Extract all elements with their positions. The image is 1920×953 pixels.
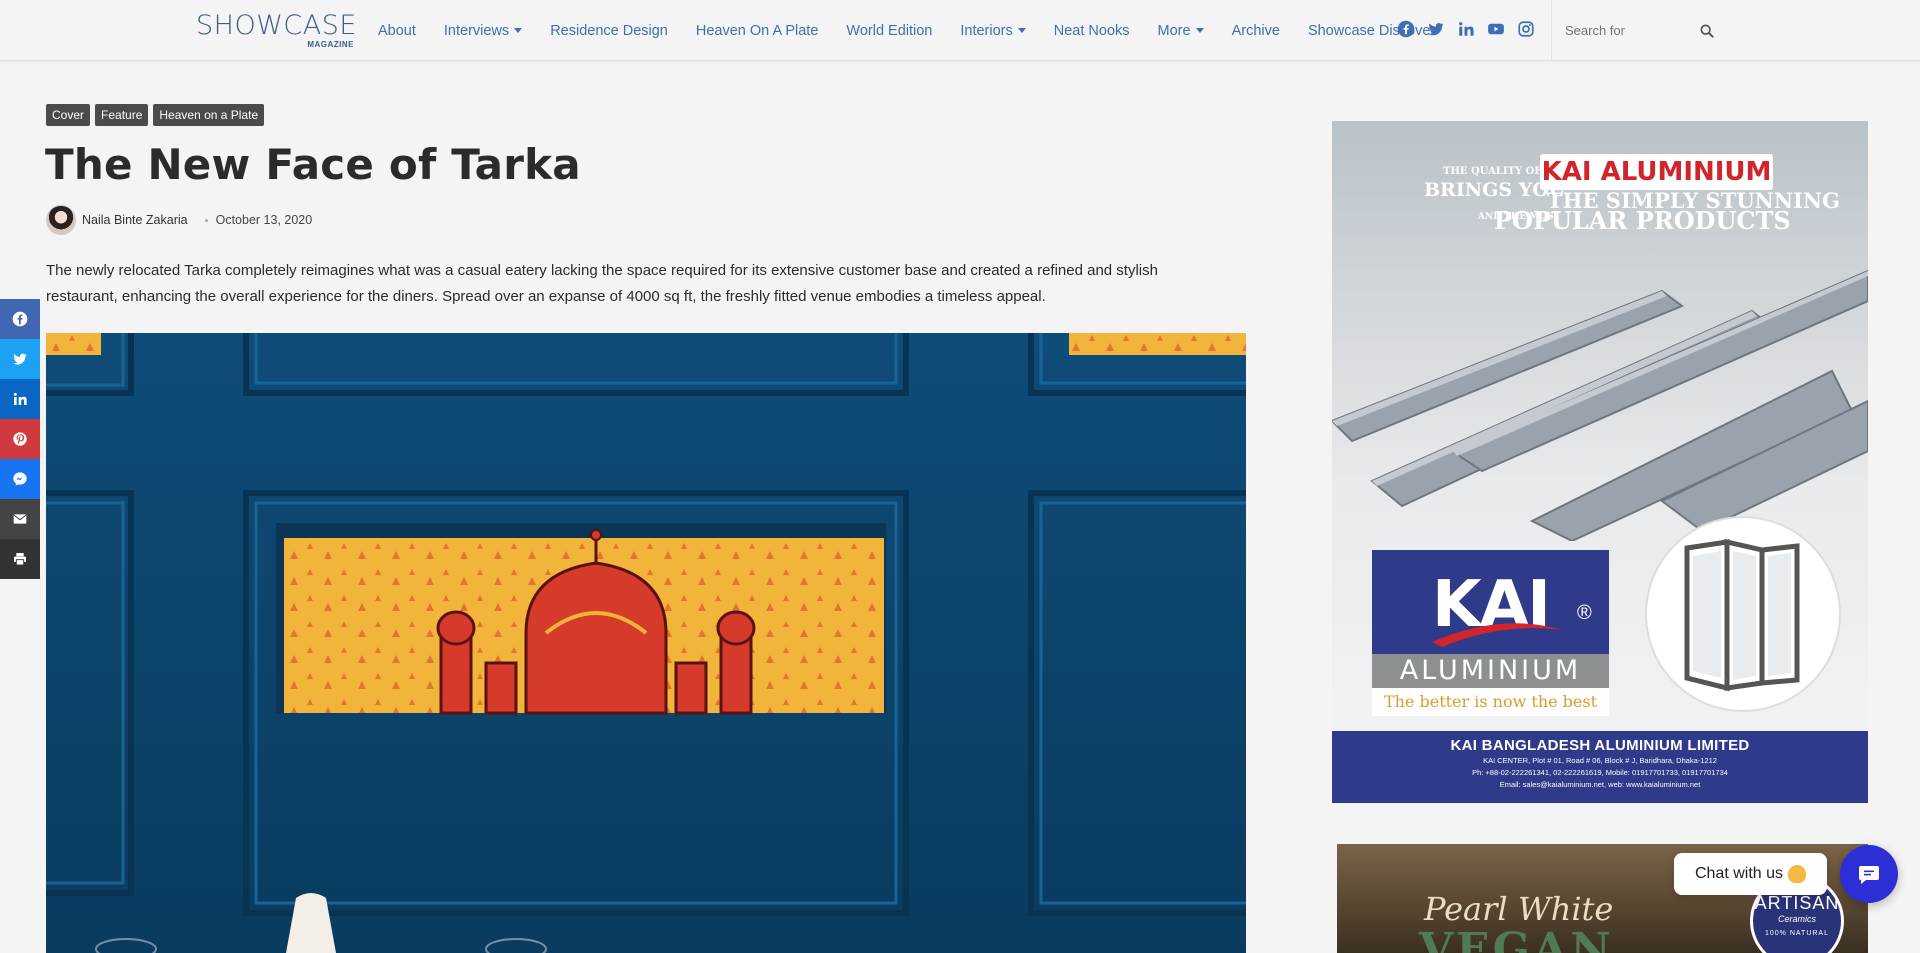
nav-item-interviews[interactable]: Interviews [443, 22, 523, 39]
article-intro: The newly relocated Tarka completely rei… [46, 262, 1158, 305]
separator-dot [204, 218, 208, 222]
linkedin-icon [13, 392, 27, 405]
pinterest-icon [13, 432, 27, 446]
nav-item-about[interactable]: About [378, 23, 416, 39]
article-title: The New Face of Tarka [45, 140, 581, 189]
search-input[interactable] [1565, 23, 1695, 38]
byline: Naila Binte Zakaria October 13, 2020 [46, 205, 312, 235]
share-facebook-button[interactable] [0, 299, 40, 339]
ad2-headline: VEGAN [1419, 924, 1614, 953]
nav-label: World Edition [846, 22, 933, 39]
nav-item-more[interactable]: More [1158, 23, 1204, 39]
nav-label: Heaven On A Plate [695, 22, 819, 39]
kai-logo-tagline: The better is now the best [1372, 688, 1609, 716]
nav-label: More [1157, 22, 1191, 39]
chat-invite-bubble[interactable]: Chat with us [1674, 853, 1827, 895]
badge-subtitle: Ceramics [1777, 914, 1816, 924]
nav-label: Archive [1231, 22, 1280, 39]
ad-address-line: Ph: +88-02-222261341, 02-222261619, Mobi… [1472, 768, 1728, 777]
author-name[interactable]: Naila Binte Zakaria [82, 213, 188, 227]
linkedin-icon[interactable] [1457, 20, 1475, 38]
twitter-icon [13, 353, 27, 365]
nav-item-residence-design[interactable]: Residence Design [550, 23, 668, 39]
hero-image [46, 333, 1246, 953]
ad-footer: KAI BANGLADESH ALUMINIUM LIMITED KAI CEN… [1332, 731, 1868, 803]
facebook-icon[interactable] [1397, 20, 1415, 38]
ad-text-popular: POPULAR PRODUCTS [1494, 206, 1791, 235]
chat-bubble-icon [1859, 866, 1879, 884]
tag-heaven-on-a-plate[interactable]: Heaven on a Plate [153, 104, 265, 126]
logo-subtitle: MAGAZINE [307, 40, 354, 49]
twitter-icon[interactable] [1427, 20, 1445, 38]
chat-launcher-button[interactable] [1840, 845, 1898, 903]
caret-down-icon [1017, 28, 1026, 33]
nav-item-heaven-on-a-plate[interactable]: Heaven On A Plate [696, 23, 819, 39]
publish-date: October 13, 2020 [215, 213, 313, 227]
share-twitter-button[interactable] [0, 339, 40, 379]
ad-address-line: KAI CENTER, Plot # 01, Road # 06, Block … [1483, 756, 1717, 765]
nav-label: Interviews [443, 22, 510, 39]
nav-label: About [378, 22, 416, 39]
folding-door-image [1645, 516, 1841, 712]
instagram-icon[interactable] [1517, 20, 1535, 38]
logo-text: SHOWCASE [196, 10, 357, 41]
nav-item-neat-nooks[interactable]: Neat Nooks [1054, 23, 1130, 39]
ad-headline: THE QUALITY OF BRINGS YOU AND THE MOST K… [1332, 154, 1868, 266]
share-messenger-button[interactable] [0, 459, 40, 499]
waving-hand-icon [1788, 865, 1807, 883]
ad-text-quality: THE QUALITY OF [1443, 166, 1542, 177]
caret-down-icon [514, 28, 523, 33]
search-icon[interactable] [1699, 23, 1715, 39]
tag-feature[interactable]: Feature [95, 104, 149, 126]
envelope-icon [13, 514, 27, 524]
caret-down-icon [1195, 28, 1204, 33]
messenger-icon [13, 472, 27, 486]
kai-logo-aluminium: ALUMINIUM [1372, 654, 1609, 688]
nav-label: Residence Design [550, 22, 668, 39]
nav-item-archive[interactable]: Archive [1232, 23, 1280, 39]
chat-invite-text: Chat with us [1694, 865, 1784, 882]
folding-door-icon [1684, 538, 1800, 692]
ad2-script-text: Pearl White [1424, 890, 1614, 928]
ad-brand-label: KAI ALUMINIUM [1540, 154, 1773, 190]
kai-aluminium-ad[interactable]: THE QUALITY OF BRINGS YOU AND THE MOST K… [1332, 121, 1868, 803]
share-linkedin-button[interactable] [0, 379, 40, 419]
badge-claim: 100% NATURAL [1764, 930, 1829, 937]
site-logo[interactable]: SHOWCASE MAGAZINE [196, 12, 356, 50]
kai-logo: KAI ® ALUMINIUM The better is now the be… [1372, 550, 1609, 716]
category-tags: Cover Feature Heaven on a Plate [46, 104, 265, 126]
hero-door-illustration [46, 333, 1246, 953]
share-rail [0, 299, 40, 579]
facebook-icon [12, 311, 28, 327]
header-social-links [1397, 20, 1535, 38]
printer-icon [14, 553, 26, 566]
share-print-button[interactable] [0, 539, 40, 579]
share-email-button[interactable] [0, 499, 40, 539]
nav-item-interiors[interactable]: Interiors [960, 22, 1026, 39]
share-pinterest-button[interactable] [0, 419, 40, 459]
registered-mark: ® [1577, 602, 1592, 624]
nav-item-world-edition[interactable]: World Edition [846, 23, 932, 39]
main-nav: About Interviews Residence Design Heaven… [378, 0, 1463, 61]
site-header: SHOWCASE MAGAZINE About Interviews Resid… [0, 0, 1920, 61]
kai-swoosh-icon [1432, 623, 1562, 647]
nav-label: Neat Nooks [1053, 22, 1130, 39]
ad-company-name: KAI BANGLADESH ALUMINIUM LIMITED [1450, 737, 1750, 754]
author-avatar[interactable] [46, 205, 76, 235]
badge-brand: ARTISAN [1754, 893, 1840, 913]
header-search [1551, 0, 1719, 61]
ad-address-line: Email: sales@kaialuminium.net, web: www.… [1499, 780, 1701, 789]
nav-label: Interiors [960, 22, 1013, 39]
youtube-icon[interactable] [1487, 20, 1505, 38]
tag-cover[interactable]: Cover [46, 104, 91, 126]
